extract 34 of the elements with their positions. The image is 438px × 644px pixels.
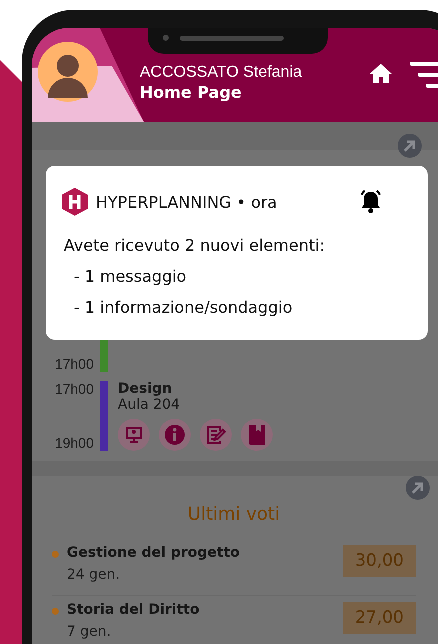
bullet-dot bbox=[52, 551, 59, 558]
bell-icon bbox=[360, 190, 382, 214]
section-title: Ultimi voti bbox=[186, 504, 282, 525]
user-name: ACCOSSATO Stefania bbox=[140, 64, 302, 82]
bullet-dot bbox=[52, 608, 59, 615]
avatar bbox=[38, 42, 98, 102]
lesson-action-button[interactable] bbox=[241, 419, 273, 451]
home-icon[interactable] bbox=[370, 63, 392, 83]
notification-item: - 1 messaggio bbox=[74, 267, 188, 286]
grade-subject: Gestione del progetto bbox=[67, 545, 240, 561]
lesson-room: Aula 204 bbox=[118, 397, 182, 413]
grade-date: 7 gen. bbox=[67, 624, 112, 640]
grade-value: 27,00 bbox=[343, 602, 416, 634]
notification-item: - 1 informazione/sondaggio bbox=[74, 298, 294, 317]
menu-icon[interactable] bbox=[410, 61, 438, 89]
grade-subject: Storia del Diritto bbox=[67, 602, 200, 618]
end-time: 17h00 bbox=[54, 356, 94, 372]
page-title: Home Page bbox=[140, 83, 243, 102]
book-icon bbox=[249, 425, 265, 445]
presentation-icon bbox=[125, 426, 143, 444]
lesson-subject: Design bbox=[118, 381, 174, 397]
notification-card[interactable]: HYPERPLANNING • ora Avete ricevuto 2 nuovi elementi: - 1 messaggio - 1 informazione/sondaggio bbox=[46, 166, 428, 340]
start-time: 17h00 bbox=[54, 381, 94, 397]
notification-source: HYPERPLANNING • ora bbox=[96, 192, 278, 212]
end-time: 19h00 bbox=[54, 435, 94, 451]
edit-document-icon bbox=[206, 425, 226, 445]
notification-message: Avete ricevuto 2 nuovi elementi: bbox=[64, 236, 326, 255]
grade-date: 24 gen. bbox=[67, 567, 122, 583]
info-icon bbox=[165, 425, 185, 445]
lesson-action-button[interactable] bbox=[159, 419, 191, 451]
lesson-action-button[interactable] bbox=[200, 419, 232, 451]
app-logo-icon bbox=[62, 188, 88, 216]
grade-value: 30,00 bbox=[343, 545, 416, 577]
lesson-action-button[interactable] bbox=[118, 419, 150, 451]
